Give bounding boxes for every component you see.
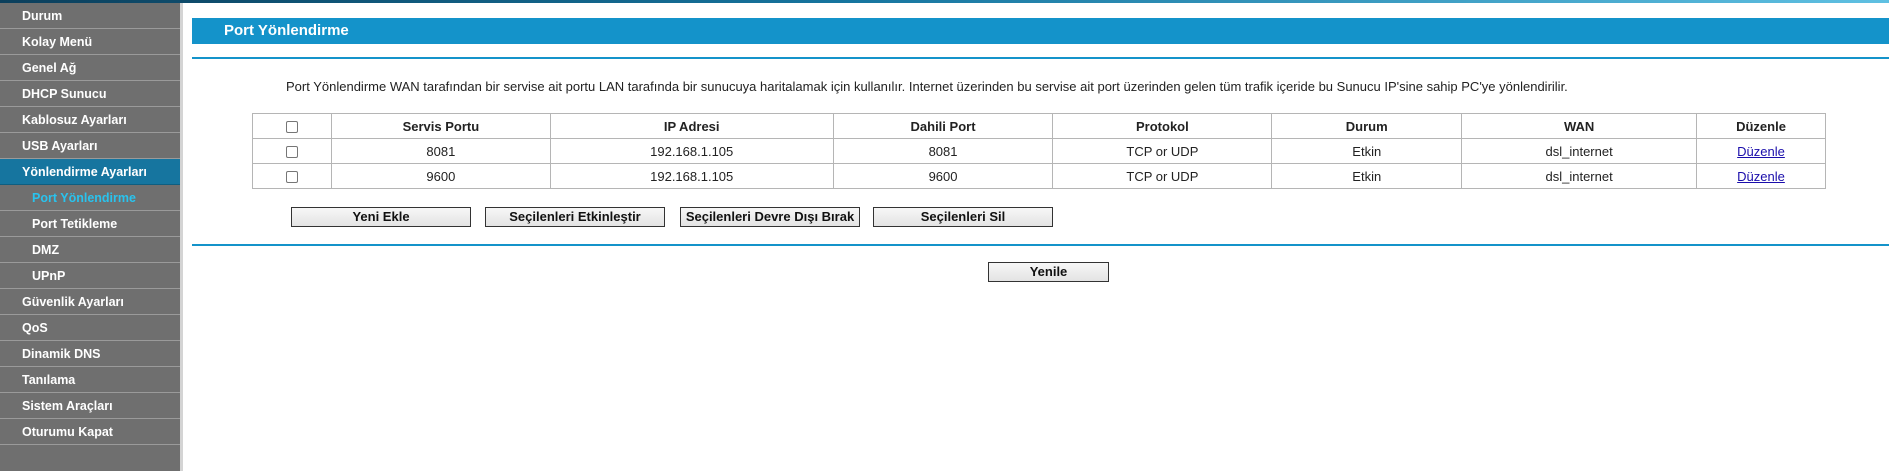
cell-service-port: 9600 [330,163,551,189]
sidebar-item-guvenlik-ayarlari[interactable]: Güvenlik Ayarları [0,289,180,315]
header-divider [192,57,1889,59]
row-checkbox[interactable] [285,146,298,159]
row-checkbox[interactable] [285,171,298,184]
cell-protocol: TCP or UDP [1052,163,1273,189]
edit-link[interactable]: Düzenle [1737,144,1785,159]
page-header: Port Yönlendirme [192,18,1889,44]
sidebar-item-sistem-araclari[interactable]: Sistem Araçları [0,393,180,419]
column-header-wan: WAN [1461,113,1698,139]
cell-edit: Düzenle [1696,138,1826,164]
cell-internal-port: 9600 [832,163,1054,189]
edit-link[interactable]: Düzenle [1737,169,1785,184]
sidebar-item-dhcp-sunucu[interactable]: DHCP Sunucu [0,81,180,107]
table-header-row: Servis Portu IP Adresi Dahili Port Proto… [252,113,1826,139]
sidebar-subitem-port-tetikleme[interactable]: Port Tetikleme [0,211,180,237]
sidebar-subitem-port-yonlendirme[interactable]: Port Yönlendirme [0,185,180,211]
sidebar-subitem-dmz[interactable]: DMZ [0,237,180,263]
table-row: 8081 192.168.1.105 8081 TCP or UDP Etkin… [252,138,1826,164]
row-select-cell [252,163,332,189]
table-row: 9600 192.168.1.105 9600 TCP or UDP Etkin… [252,163,1826,189]
page-description: Port Yönlendirme WAN tarafından bir serv… [286,79,1568,94]
cell-ip-address: 192.168.1.105 [549,163,834,189]
cell-ip-address: 192.168.1.105 [549,138,834,164]
column-header-dahili-port: Dahili Port [832,113,1054,139]
select-all-checkbox[interactable] [285,121,298,134]
disable-selected-button[interactable]: Seçilenleri Devre Dışı Bırak [680,207,860,227]
cell-wan: dsl_internet [1461,163,1698,189]
refresh-button[interactable]: Yenile [988,262,1109,282]
sidebar-item-kolay-menu[interactable]: Kolay Menü [0,29,180,55]
sidebar-item-kablosuz-ayarlari[interactable]: Kablosuz Ayarları [0,107,180,133]
sidebar-item-oturumu-kapat[interactable]: Oturumu Kapat [0,419,180,445]
column-header-ip-adresi: IP Adresi [549,113,834,139]
cell-service-port: 8081 [330,138,551,164]
cell-status: Etkin [1271,163,1463,189]
cell-internal-port: 8081 [832,138,1054,164]
cell-status: Etkin [1271,138,1463,164]
sidebar-item-qos[interactable]: QoS [0,315,180,341]
delete-selected-button[interactable]: Seçilenleri Sil [873,207,1053,227]
cell-wan: dsl_internet [1461,138,1698,164]
port-forwarding-table: Servis Portu IP Adresi Dahili Port Proto… [252,113,1826,189]
sidebar-subitem-upnp[interactable]: UPnP [0,263,180,289]
enable-selected-button[interactable]: Seçilenleri Etkinleştir [485,207,665,227]
row-select-cell [252,138,332,164]
sidebar-item-durum[interactable]: Durum [0,3,180,29]
cell-protocol: TCP or UDP [1052,138,1273,164]
section-divider [192,244,1889,246]
select-all-cell [252,113,332,139]
sidebar-item-tanilama[interactable]: Tanılama [0,367,180,393]
sidebar-item-genel-ag[interactable]: Genel Ağ [0,55,180,81]
sidebar-item-dinamik-dns[interactable]: Dinamik DNS [0,341,180,367]
page-title: Port Yönlendirme [224,22,349,39]
sidebar-item-yonlendirme-ayarlari[interactable]: Yönlendirme Ayarları [0,159,180,185]
column-header-duzenle: Düzenle [1696,113,1826,139]
column-header-servis-portu: Servis Portu [330,113,551,139]
sidebar-item-usb-ayarlari[interactable]: USB Ayarları [0,133,180,159]
cell-edit: Düzenle [1696,163,1826,189]
add-new-button[interactable]: Yeni Ekle [291,207,471,227]
sidebar: Durum Kolay Menü Genel Ağ DHCP Sunucu Ka… [0,3,183,471]
column-header-durum: Durum [1271,113,1463,139]
column-header-protokol: Protokol [1052,113,1273,139]
top-accent-bar [0,0,1889,3]
